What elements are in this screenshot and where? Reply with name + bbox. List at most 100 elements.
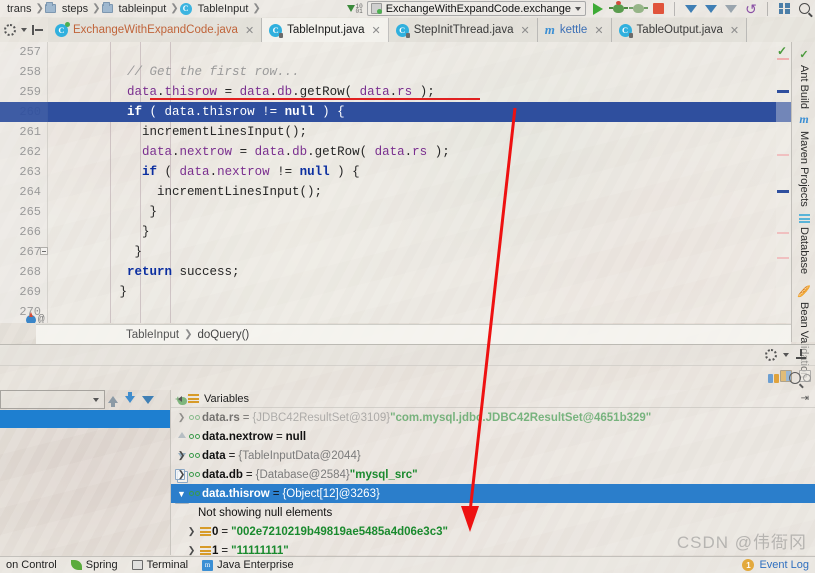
editor-gutter[interactable]: 2572582592602612622632642652662672682692… [0, 42, 48, 323]
code-line[interactable]: } [48, 282, 791, 302]
code-token: data [164, 105, 195, 119]
code-editor[interactable]: 2572582592602612622632642652662672682692… [0, 42, 791, 323]
variable-row[interactable]: ▼ data.thisrow = {Object[12]@3263} [171, 484, 815, 503]
filter-icon [725, 4, 737, 13]
tool-tab-maven-projects[interactable]: m Maven Projects [794, 112, 814, 207]
code-line[interactable] [48, 302, 791, 322]
chevron-down-icon[interactable] [21, 27, 27, 32]
status-version-control[interactable]: on Control [2, 559, 57, 571]
stop-button[interactable] [650, 1, 666, 16]
override-method-icon[interactable] [26, 312, 36, 323]
code-analysis-ok-icon[interactable]: ✓ [777, 44, 787, 58]
undo-button[interactable]: ↺ [743, 1, 759, 16]
close-icon[interactable]: ✕ [372, 24, 381, 37]
code-token: rs [397, 85, 413, 99]
editor-scrollbar[interactable] [776, 42, 791, 323]
step-down-button[interactable] [125, 392, 135, 403]
pin-down-icon[interactable] [795, 349, 807, 361]
update-project-icon[interactable]: 10 01 [346, 3, 363, 14]
tab-stepinitthread[interactable]: C StepInitThread.java ✕ [388, 18, 538, 42]
code-line[interactable]: public void dispose( StepMetaInterface s… [48, 322, 791, 323]
debug-button[interactable] [608, 1, 628, 16]
selected-frame-row[interactable] [0, 410, 170, 428]
search-debug-icon[interactable] [789, 372, 801, 384]
gear-icon[interactable] [765, 349, 777, 361]
chevron-right-icon[interactable]: ❯ [175, 450, 188, 461]
status-terminal[interactable]: Terminal [131, 559, 188, 571]
tab-exchangewithexpandcode[interactable]: C ExchangeWithExpandCode.java ✕ [48, 18, 263, 42]
code-line[interactable] [48, 42, 791, 62]
line-number: 261 [19, 125, 41, 139]
breadcrumb-method[interactable]: doQuery() [197, 329, 249, 341]
chevron-right-icon[interactable]: ❯ [185, 526, 198, 537]
run-configuration-selector[interactable]: ExchangeWithExpandCode.exchange [366, 1, 586, 16]
variable-row[interactable]: ❯ data.db = {Database@2584} "mysql_src" [171, 465, 815, 484]
code-line[interactable]: return success; [48, 262, 791, 282]
variable-row[interactable]: data.nextrow = null [171, 427, 815, 446]
layout-button[interactable] [776, 1, 792, 16]
code-line[interactable]: if ( data.nextrow != null ) { [48, 162, 791, 182]
status-spring[interactable]: Spring [70, 559, 118, 571]
fold-marker-icon[interactable] [40, 247, 48, 255]
code-line[interactable]: } [48, 242, 791, 262]
tab-kettle[interactable]: m kettle ✕ [537, 18, 612, 42]
gutter-annotation-icons[interactable]: @ [26, 312, 45, 323]
variable-row[interactable]: ❯ data = {TableInputData@2044} [171, 446, 815, 465]
variable-row[interactable]: ❯ data.rs = {JDBC42ResultSet@3109} "com.mys… [171, 408, 815, 427]
tab-tableinput[interactable]: C TableInput.java ✕ [262, 18, 389, 42]
field-icon [188, 414, 202, 422]
filter-blue-button[interactable] [683, 1, 699, 16]
code-token: return [127, 265, 173, 279]
breadcrumb-separator-icon: ❯ [184, 329, 193, 340]
breadcrumb-label: trans [7, 2, 32, 15]
tool-tab-ant-build[interactable]: ✓ Ant Build [794, 48, 814, 109]
code-lines[interactable]: // Get the first row... data.thisrow = d… [48, 42, 791, 323]
close-icon[interactable]: ✕ [245, 24, 254, 37]
close-icon[interactable]: ✕ [520, 24, 529, 37]
status-java-enterprise[interactable]: m Java Enterprise [202, 559, 294, 571]
collapse-icon[interactable]: ⇥ [801, 393, 809, 404]
tool-tab-database[interactable]: Database [794, 214, 814, 274]
variable-row[interactable]: Not showing null elements [171, 503, 815, 522]
search-everywhere-button[interactable] [796, 1, 812, 16]
thread-selector-icon[interactable] [768, 372, 781, 385]
chevron-right-icon[interactable] [178, 395, 182, 402]
breadcrumb-tableinput[interactable]: tableinput ❯ [101, 2, 180, 15]
code-line[interactable]: if ( data.thisrow != null ) { [48, 102, 791, 122]
event-log-label[interactable]: Event Log [759, 559, 809, 571]
code-line[interactable]: incrementLinesInput(); [48, 122, 791, 142]
frame-dropdown[interactable] [0, 390, 105, 409]
code-line[interactable]: incrementLinesInput(); [48, 182, 791, 202]
code-line[interactable]: // Get the first row... [48, 62, 791, 82]
code-line[interactable]: } [48, 222, 791, 242]
code-token: db [292, 145, 308, 159]
chevron-right-icon[interactable]: ❯ [185, 545, 198, 556]
breadcrumb-tableinput-class[interactable]: C TableInput ❯ [179, 2, 262, 15]
variable-string-value: "com.mysql.jdbc.JDBC42ResultSet@4651b329… [390, 411, 652, 424]
debugger-secondary-toolbar [0, 366, 815, 390]
code-line[interactable]: } [48, 202, 791, 222]
breadcrumb-separator-icon: ❯ [92, 3, 101, 14]
filter-frames-button[interactable] [142, 395, 154, 404]
editor-tab-gutter-actions [0, 17, 48, 42]
gear-icon[interactable] [4, 23, 16, 36]
breadcrumb-class[interactable]: TableInput [126, 329, 179, 341]
filter-gray-button[interactable] [723, 1, 739, 16]
step-up-button[interactable] [108, 396, 118, 407]
hide-sidebar-icon[interactable] [32, 24, 44, 35]
variable-value: {Database@2584} [255, 468, 350, 481]
run-coverage-button[interactable] [628, 1, 648, 16]
filter-button[interactable] [703, 1, 719, 16]
tab-tableoutput[interactable]: C TableOutput.java ✕ [611, 18, 748, 42]
line-number: 257 [19, 45, 41, 59]
close-icon[interactable]: ✕ [594, 24, 603, 37]
chevron-right-icon[interactable]: ❯ [175, 469, 188, 480]
run-button[interactable] [590, 1, 606, 16]
close-icon[interactable]: ✕ [730, 24, 739, 37]
code-line[interactable]: data.nextrow = data.db.getRow( data.rs )… [48, 142, 791, 162]
chevron-down-icon[interactable] [783, 353, 789, 357]
breadcrumb-trans[interactable]: trans ❯ [4, 3, 45, 15]
chevron-down-icon[interactable]: ▼ [175, 489, 188, 499]
breadcrumb-steps[interactable]: steps ❯ [44, 2, 102, 15]
chevron-right-icon[interactable]: ❯ [175, 412, 188, 423]
